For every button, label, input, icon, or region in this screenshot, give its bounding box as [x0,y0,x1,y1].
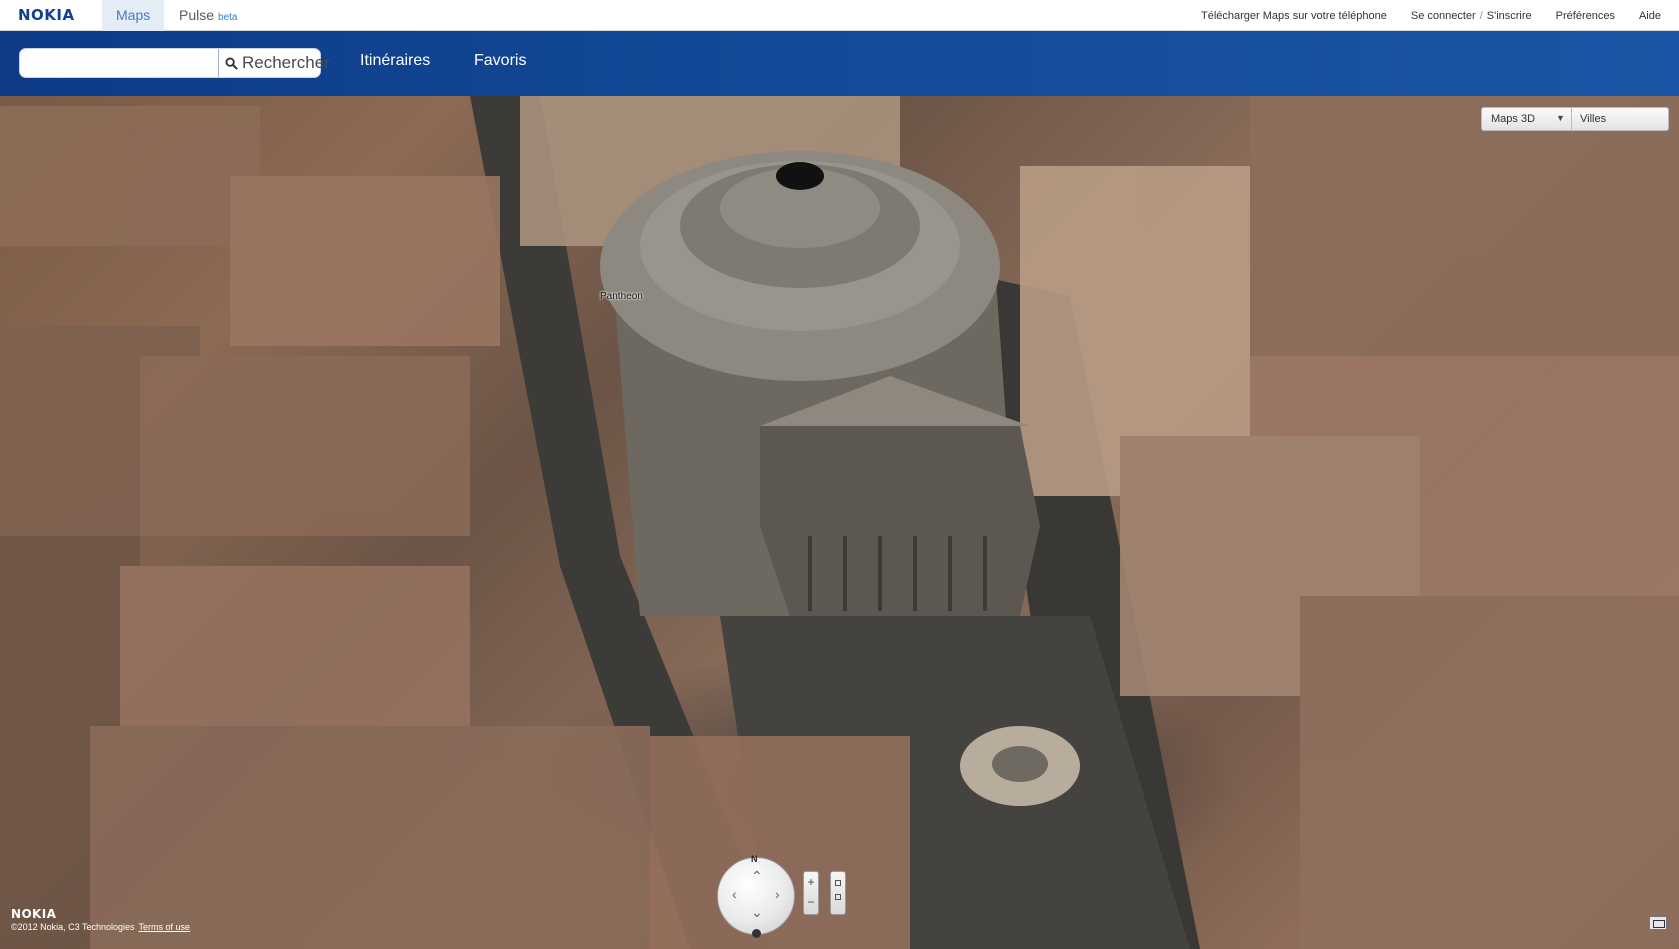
chevron-down-icon[interactable]: ▼ [1556,113,1565,123]
top-links: Télécharger Maps sur votre téléphone Se … [1201,0,1661,31]
login-link[interactable]: Se connecter [1411,10,1476,22]
place-label-pantheon[interactable]: Pantheon [600,291,643,302]
favorites-link[interactable]: Favoris [474,52,526,70]
city-3d-render [0,96,1679,949]
zoom-out-button[interactable]: − [804,892,818,912]
preferences-link[interactable]: Préférences [1556,10,1615,22]
map-nokia-logo: NOKIA [11,907,57,921]
map-3d-view[interactable]: Pantheon Maps 3D ▼ Villes N ⌃ ‹ › ⌄ + − … [0,96,1679,949]
tilt-control[interactable] [830,871,846,915]
link-separator: / [1479,9,1483,22]
tab-maps[interactable]: Maps [102,0,165,31]
tilt-up-icon[interactable] [835,880,841,886]
search-divider [218,49,219,77]
download-link[interactable]: Télécharger Maps sur votre téléphone [1201,10,1387,22]
tab-pulse-label: Pulse [179,7,215,23]
nav-bar: Rechercher Itinéraires Favoris [0,31,1679,96]
itineraries-link[interactable]: Itinéraires [360,52,430,70]
zoom-in-button[interactable]: + [804,872,818,892]
map-copyright: ©2012 Nokia, C3 Technologies Terms of use [11,922,190,932]
tab-pulse[interactable]: Pulse beta [165,0,252,31]
help-link[interactable]: Aide [1639,10,1661,22]
north-label: N [751,854,758,864]
signup-link[interactable]: S'inscrire [1487,10,1532,22]
pan-up-icon[interactable]: ⌃ [751,868,763,885]
search-button-label: Rechercher [242,53,330,72]
cities-layer-option[interactable]: Villes [1580,113,1606,125]
search-button[interactable]: Rechercher [225,49,330,77]
pan-down-icon[interactable]: ⌄ [751,904,763,921]
view-mode-option[interactable]: Maps 3D [1491,113,1535,125]
copyright-text: ©2012 Nokia, C3 Technologies [11,922,135,932]
pan-right-icon[interactable]: › [775,886,780,902]
search-icon [225,56,238,70]
terms-of-use-link[interactable]: Terms of use [139,922,191,932]
top-bar: NOKIA Maps Pulse beta Télécharger Maps su… [0,0,1679,31]
pan-left-icon[interactable]: ‹ [732,886,737,902]
tab-maps-label: Maps [116,7,151,23]
zoom-control[interactable]: + − [803,871,819,915]
account-links: Se connecter / S'inscrire [1411,10,1532,22]
compass-pan-control[interactable]: N ⌃ ‹ › ⌄ [717,854,795,938]
pantheon-oculus [776,162,824,190]
beta-badge: beta [218,12,238,23]
view-select-divider [1571,108,1572,130]
search-box: Rechercher [19,48,330,78]
map-view-select[interactable]: Maps 3D ▼ Villes [1481,107,1669,131]
nokia-logo[interactable]: NOKIA [18,6,75,24]
rotate-handle[interactable] [752,929,761,938]
tilt-down-icon[interactable] [835,894,841,900]
pantheon-portico [760,426,1040,616]
fullscreen-icon[interactable] [1649,916,1667,930]
search-input[interactable] [26,52,212,74]
